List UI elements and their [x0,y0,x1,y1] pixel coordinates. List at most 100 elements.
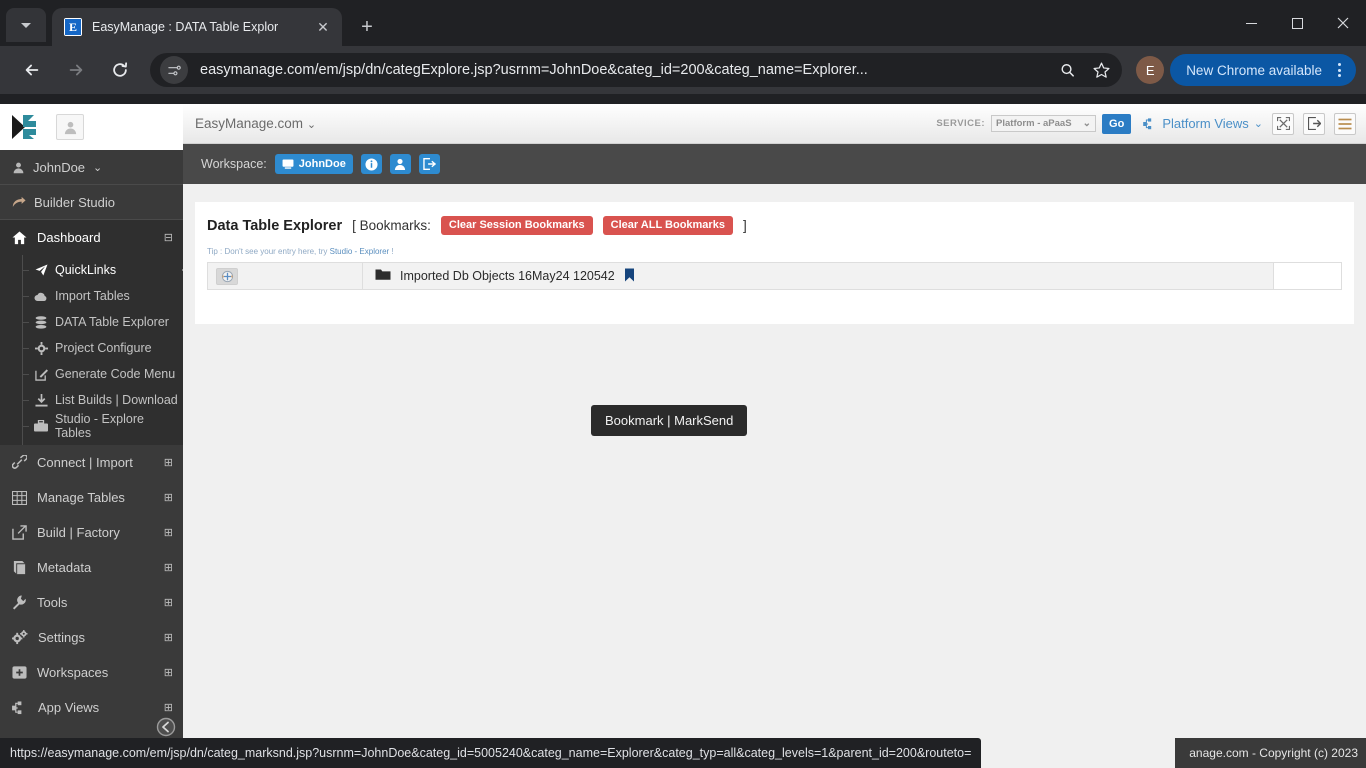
sidebar-item-workspaces[interactable]: Workspaces ⊞ [0,655,183,690]
bookmark-flag-icon[interactable] [624,268,635,285]
table-cell-action [207,262,363,290]
dashboard-collapse-icon[interactable]: ⊟ [164,231,173,244]
bookmark-star-icon[interactable] [1086,55,1116,85]
maximize-icon [1291,17,1303,29]
sidebar-user[interactable]: JohnDoe ⌄ [0,150,183,185]
sidebar-item-dashboard[interactable]: Dashboard ⊟ [0,220,183,255]
cloud-icon [34,291,48,302]
browser-menu-button[interactable] [1326,57,1352,83]
data-table-explorer-panel: Data Table Explorer [ Bookmarks: Clear S… [195,202,1354,324]
table-cell-blank [1273,262,1342,290]
browser-tabstrip: E EasyManage : DATA Table Explor ✕ + [0,0,1366,46]
expand-node-button[interactable] [216,267,238,285]
window-maximize-button[interactable] [1274,0,1320,46]
chevron-down-icon [21,23,31,28]
window-minimize-button[interactable] [1228,0,1274,46]
sidebar-item-list-builds-download[interactable]: List Builds | Download [0,387,183,413]
tab-search-button[interactable] [6,8,46,42]
workspace-signout-button[interactable] [418,154,440,174]
manage-tables-expander[interactable]: ⊞ [164,491,173,504]
profile-avatar[interactable]: E [1136,56,1165,84]
sidebar-item-generate-code-menu[interactable]: Generate Code Menu [0,361,183,387]
magnifier-icon [1061,63,1074,77]
workspaces-label: Workspaces [37,665,109,680]
sitemap-icon [1143,117,1152,129]
user-icon [395,158,406,170]
star-icon [1093,61,1110,78]
service-select[interactable]: Platform - aPaaS ⌄ [991,115,1097,132]
sidebar-item-connect-import[interactable]: Connect | Import ⊞ [0,445,183,480]
brand-dropdown[interactable]: EasyManage.com ⌄ [195,116,316,131]
update-label: New Chrome available [1186,62,1322,78]
sidebar-item-metadata[interactable]: Metadata ⊞ [0,550,183,585]
url-text[interactable]: easymanage.com/em/jsp/dn/categExplore.js… [200,62,1052,78]
workspace-user-button[interactable] [389,154,411,174]
build-factory-expander[interactable]: ⊞ [164,526,173,539]
briefcase-icon [34,420,48,432]
workspace-info-button[interactable] [360,154,382,174]
hamburger-menu-button[interactable] [1334,112,1356,135]
app-views-expander[interactable]: ⊞ [164,701,173,714]
address-bar[interactable]: easymanage.com/em/jsp/dn/categExplore.js… [150,53,1123,87]
sidebar-item-tools[interactable]: Tools ⊞ [0,585,183,620]
forward-button[interactable] [59,53,93,87]
chrome-update-button[interactable]: New Chrome available [1170,54,1356,86]
sidebar-item-studio-explore-tables[interactable]: Studio - Explore Tables [0,412,183,440]
page-viewport: JohnDoe ⌄ Builder Studio Dashboard ⊟ Qui… [0,104,1366,768]
minimize-icon [1245,22,1257,24]
chevron-down-icon: ⌄ [1253,118,1263,130]
reload-button[interactable] [103,53,137,87]
easymanage-logo-icon [10,113,40,141]
fullscreen-button[interactable] [1272,112,1294,135]
sidebar-item-manage-tables[interactable]: Manage Tables ⊞ [0,480,183,515]
hamburger-menu-icon [1338,118,1352,129]
metadata-expander[interactable]: ⊞ [164,561,173,574]
close-icon [1337,17,1349,29]
site-settings-button[interactable] [160,56,188,84]
workspaces-expander[interactable]: ⊞ [164,666,173,679]
search-icon[interactable] [1052,55,1082,85]
sidebar-item-import-tables[interactable]: Import Tables [0,283,183,309]
back-button[interactable] [15,53,49,87]
connect-import-expander[interactable]: ⊞ [164,456,173,469]
settings-label: Settings [38,630,85,645]
arrow-left-icon [25,64,39,76]
sidebar-collapse-button[interactable] [155,716,177,738]
tab-favicon: E [64,18,82,36]
clear-session-bookmarks-button[interactable]: Clear Session Bookmarks [440,216,593,235]
home-icon [12,230,27,244]
workspace-active-button[interactable]: JohnDoe [274,154,353,174]
sidebar-avatar-button[interactable] [56,114,84,140]
clear-all-bookmarks-button[interactable]: Clear ALL Bookmarks [602,216,733,235]
paper-plane-icon [34,264,48,276]
explorer-table: Imported Db Objects 16May24 120542 [207,262,1342,290]
settings-expander[interactable]: ⊞ [164,631,173,644]
browser-tab[interactable]: E EasyManage : DATA Table Explor ✕ [52,8,342,46]
book-icon [13,560,26,575]
tab-close-button[interactable]: ✕ [312,16,334,38]
sidebar-item-quicklinks[interactable]: QuickLinks [0,257,189,283]
sidebar-item-settings[interactable]: Settings ⊞ [0,620,183,655]
sidebar-item-builder-studio[interactable]: Builder Studio [0,185,183,220]
signout-icon [423,158,436,170]
table-row[interactable]: Imported Db Objects 16May24 120542 [207,262,1342,290]
go-button[interactable]: Go [1102,113,1132,134]
tools-expander[interactable]: ⊞ [164,596,173,609]
window-controls [1228,0,1366,46]
brand-caret-icon: ⌄ [306,119,317,131]
workspace-label: Workspace: [201,157,267,171]
metadata-label: Metadata [37,560,92,575]
tip-text: Tip : Don't see your entry here, try Stu… [195,235,1354,262]
omnibox-actions [1052,55,1116,85]
window-close-button[interactable] [1320,0,1366,46]
sidebar-user-label: JohnDoe [33,159,86,175]
sidebar-item-project-configure[interactable]: Project Configure [0,335,183,361]
link-icon [12,455,27,469]
logout-button[interactable] [1303,112,1325,135]
sidebar-item-data-table-explorer[interactable]: DATA Table Explorer [0,309,183,335]
platform-views-menu[interactable]: Platform Views ⌄ [1143,116,1263,131]
external-link-icon [12,525,27,540]
tip-link[interactable]: Studio - Explorer [330,247,390,256]
sidebar-item-build-factory[interactable]: Build | Factory ⊞ [0,515,183,550]
new-tab-button[interactable]: + [352,12,382,42]
